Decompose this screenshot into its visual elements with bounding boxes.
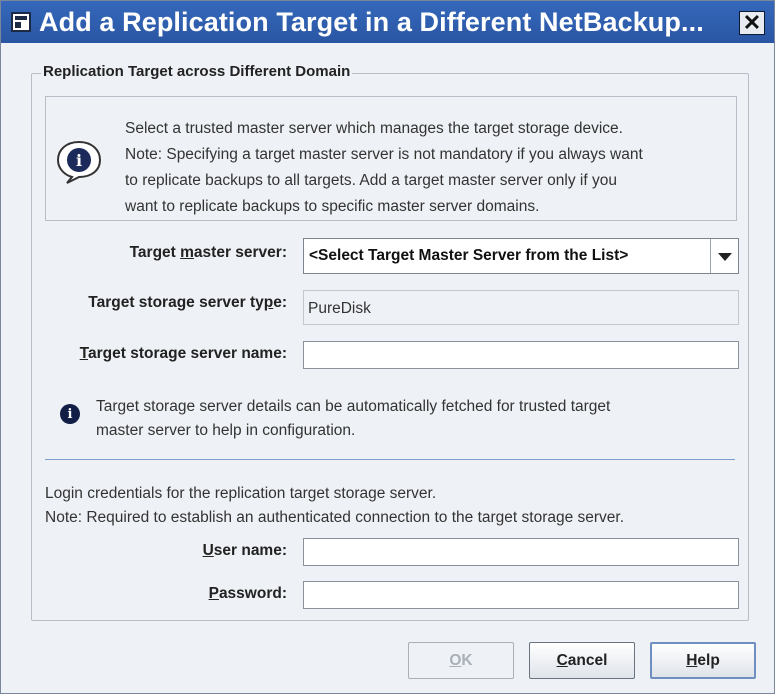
- label-part: Target storage server ty: [88, 294, 264, 311]
- svg-text:i: i: [76, 151, 82, 170]
- title-bar[interactable]: Add a Replication Target in a Different …: [1, 1, 774, 43]
- password-input[interactable]: [303, 581, 739, 609]
- note-line: Note: Specifying a target master server …: [125, 146, 643, 163]
- target-storage-server-name-input[interactable]: [303, 341, 739, 369]
- info-icon: i: [60, 404, 80, 424]
- label-mnemonic: p: [263, 294, 274, 311]
- label-part: Target: [129, 244, 181, 261]
- divider: [45, 459, 735, 460]
- button-label: elp: [697, 651, 720, 669]
- dialog-title: Add a Replication Target in a Different …: [39, 7, 704, 37]
- note-text: Select a trusted master server which man…: [125, 116, 725, 220]
- label-part: aster server:: [193, 244, 287, 261]
- label-part: e:: [273, 294, 287, 311]
- target-storage-server-type-label: Target storage server type:: [88, 294, 287, 312]
- chevron-down-icon[interactable]: [710, 239, 738, 273]
- note-line: to replicate backups to all targets. Add…: [125, 172, 617, 189]
- help-button[interactable]: Help: [650, 642, 756, 679]
- hint-line: Target storage server details can be aut…: [96, 398, 611, 415]
- close-button[interactable]: ✕: [739, 11, 765, 35]
- target-master-server-select[interactable]: <Select Target Master Server from the Li…: [303, 238, 739, 274]
- group-legend: Replication Target across Different Doma…: [41, 63, 353, 80]
- app-window-icon: [11, 12, 31, 32]
- hint-text: Target storage server details can be aut…: [96, 395, 736, 443]
- ok-button[interactable]: OK: [408, 642, 514, 679]
- credentials-line: Note: Required to establish an authentic…: [45, 509, 625, 526]
- label-part: arget storage server name:: [87, 345, 287, 362]
- hint-line: master server to help in configuration.: [96, 422, 356, 439]
- target-storage-server-name-label: Target storage server name:: [80, 345, 287, 363]
- user-name-label: User name:: [203, 542, 287, 560]
- target-master-server-value: <Select Target Master Server from the Li…: [309, 247, 629, 264]
- note-line: want to replicate backups to specific ma…: [125, 198, 540, 215]
- target-storage-server-type-field: PureDisk: [303, 290, 739, 325]
- label-mnemonic: P: [208, 585, 219, 602]
- label-part: assword:: [218, 585, 287, 602]
- label-mnemonic: m: [180, 244, 194, 261]
- label-part: ser name:: [213, 542, 287, 559]
- button-mnemonic: O: [449, 651, 462, 669]
- credentials-line: Login credentials for the replication ta…: [45, 485, 437, 502]
- dialog-window: Add a Replication Target in a Different …: [0, 0, 775, 694]
- password-label: Password:: [209, 585, 287, 603]
- credentials-text: Login credentials for the replication ta…: [45, 482, 745, 530]
- label-mnemonic: U: [202, 542, 214, 559]
- info-speech-bubble-icon: i: [56, 140, 102, 184]
- user-name-input[interactable]: [303, 538, 739, 566]
- button-mnemonic: C: [556, 651, 568, 669]
- note-line: Select a trusted master server which man…: [125, 120, 623, 137]
- button-label: ancel: [567, 651, 608, 669]
- button-mnemonic: H: [686, 651, 698, 669]
- target-master-server-label: Target master server:: [130, 244, 287, 262]
- button-label: K: [461, 651, 473, 669]
- cancel-button[interactable]: Cancel: [529, 642, 635, 679]
- label-mnemonic: T: [79, 345, 88, 362]
